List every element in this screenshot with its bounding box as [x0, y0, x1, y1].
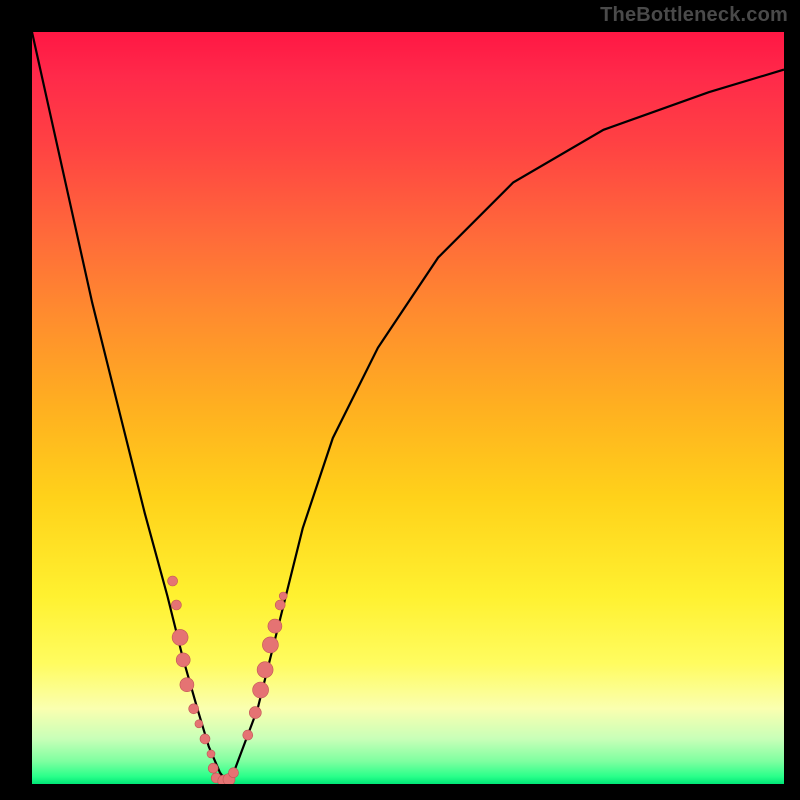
watermark-label: TheBottleneck.com [600, 4, 788, 27]
data-marker [195, 720, 203, 728]
data-marker [262, 637, 278, 653]
data-marker [249, 707, 261, 719]
data-marker [229, 768, 239, 778]
data-marker [189, 704, 199, 714]
data-marker [253, 682, 269, 698]
data-marker [176, 653, 190, 667]
marker-group [168, 576, 288, 784]
data-marker [208, 763, 218, 773]
data-marker [171, 600, 181, 610]
plot-area [32, 32, 784, 784]
data-marker [275, 600, 285, 610]
data-marker [257, 662, 273, 678]
data-marker [279, 592, 287, 600]
chart-frame: TheBottleneck.com [0, 0, 800, 800]
data-marker [207, 750, 215, 758]
bottleneck-curve [32, 32, 784, 783]
curve-layer [32, 32, 784, 784]
data-marker [168, 576, 178, 586]
data-marker [172, 629, 188, 645]
data-marker [268, 619, 282, 633]
data-marker [243, 730, 253, 740]
data-marker [200, 734, 210, 744]
data-marker [180, 678, 194, 692]
